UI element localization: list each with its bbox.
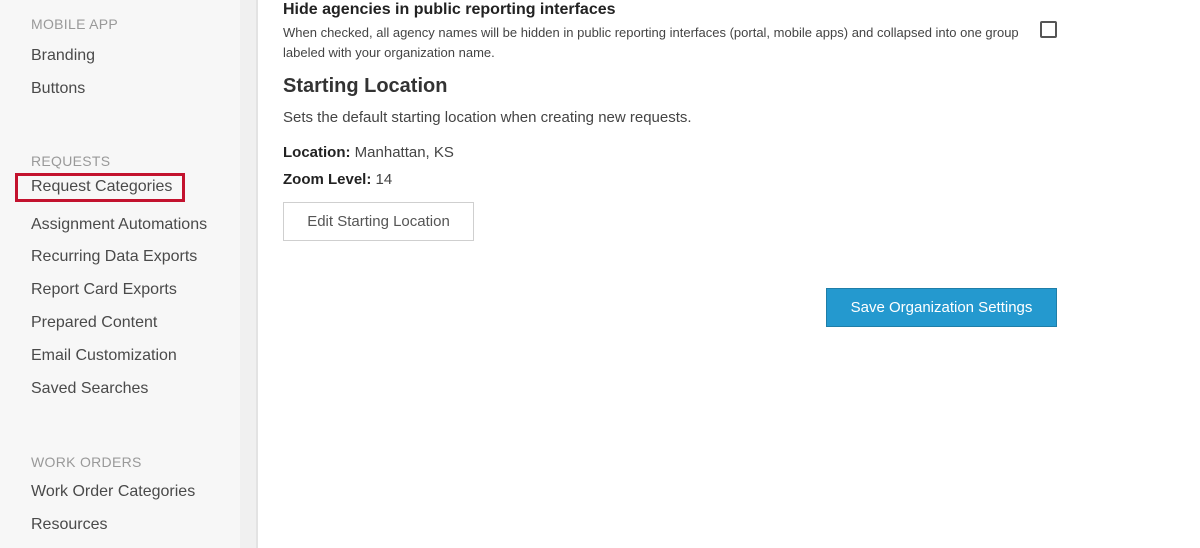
sidebar-item-work-order-categories[interactable]: Work Order Categories	[31, 483, 195, 501]
section-heading-requests: REQUESTS	[31, 153, 111, 169]
sidebar: MOBILE APP Branding Buttons REQUESTS Req…	[0, 0, 240, 548]
edit-starting-location-button[interactable]: Edit Starting Location	[283, 202, 474, 241]
zoom-label: Zoom Level:	[283, 171, 372, 188]
sidebar-item-recurring-data-exports[interactable]: Recurring Data Exports	[31, 248, 197, 266]
sidebar-item-assignment-automations[interactable]: Assignment Automations	[31, 216, 207, 234]
sidebar-item-buttons[interactable]: Buttons	[31, 80, 85, 98]
sidebar-divider	[240, 0, 258, 548]
hide-agencies-title: Hide agencies in public reporting interf…	[283, 1, 616, 18]
sidebar-item-email-customization[interactable]: Email Customization	[31, 347, 177, 365]
location-label: Location:	[283, 144, 351, 161]
zoom-row: Zoom Level: 14	[283, 171, 392, 188]
sidebar-item-prepared-content[interactable]: Prepared Content	[31, 314, 157, 332]
location-row: Location: Manhattan, KS	[283, 144, 454, 161]
save-organization-settings-button[interactable]: Save Organization Settings	[826, 288, 1057, 327]
sidebar-item-report-card-exports[interactable]: Report Card Exports	[31, 281, 177, 299]
starting-location-description: Sets the default starting location when …	[283, 109, 692, 126]
sidebar-item-saved-searches[interactable]: Saved Searches	[31, 380, 148, 398]
hide-agencies-description: When checked, all agency names will be h…	[283, 25, 1019, 60]
zoom-value: 14	[375, 171, 393, 188]
section-heading-mobile-app: MOBILE APP	[31, 16, 119, 32]
hide-agencies-checkbox[interactable]	[1040, 21, 1057, 38]
starting-location-heading: Starting Location	[283, 75, 448, 97]
sidebar-item-request-categories[interactable]: Request Categories	[14, 173, 186, 202]
sidebar-item-resources[interactable]: Resources	[31, 516, 107, 534]
location-value: Manhattan, KS	[354, 144, 454, 161]
sidebar-item-branding[interactable]: Branding	[31, 47, 95, 65]
section-heading-work-orders: WORK ORDERS	[31, 454, 142, 470]
